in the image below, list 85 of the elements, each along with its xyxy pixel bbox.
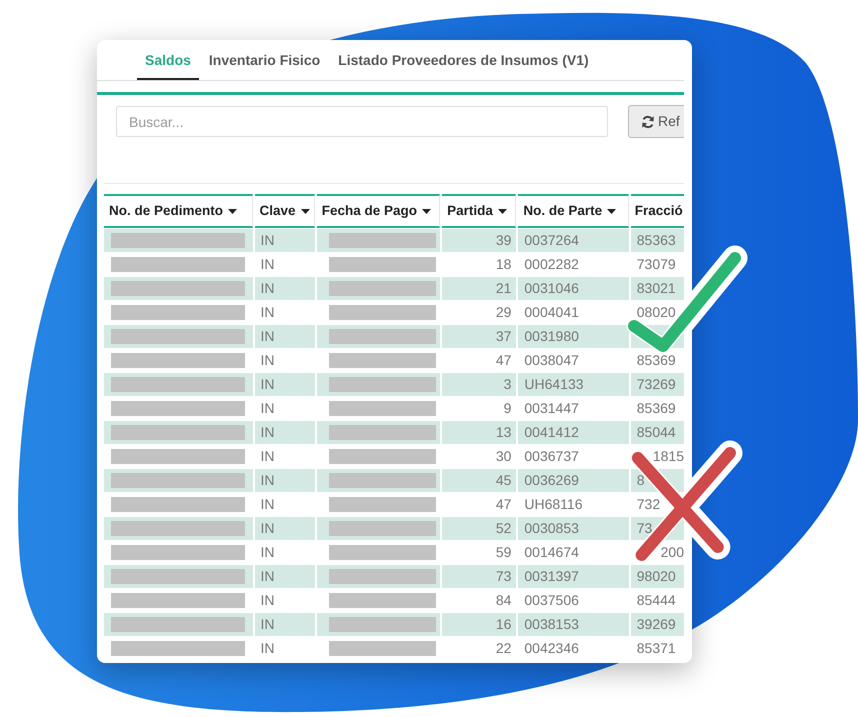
column-header[interactable]: No. de Parte — [518, 194, 629, 228]
table-cell: 85363 — [630, 229, 684, 252]
table-cell: IN — [254, 277, 315, 300]
table-cell: 0038153 — [518, 613, 629, 636]
table-cell-text: IN — [260, 351, 276, 370]
table-cell: 21 — [442, 277, 516, 300]
table-cell: IN — [254, 469, 315, 492]
table-cell: 3 — [442, 373, 516, 396]
table-cell-text: 0036737 — [523, 447, 580, 466]
table-cell: IN — [254, 325, 315, 348]
table-cell: 0030853 — [518, 517, 629, 540]
table-cell: IN — [254, 613, 315, 636]
table-cell: 85044 — [630, 421, 684, 444]
caret-down-icon — [498, 208, 507, 214]
table-cell-text: IN — [260, 303, 276, 322]
table-cell-text: 59 — [494, 543, 512, 562]
table-cell: IN — [254, 229, 315, 252]
table-cell-text: 29 — [494, 303, 512, 322]
table-cell-text: 1815 — [652, 447, 684, 466]
table-cell-text: 22 — [494, 639, 512, 658]
table-cell-text: IN — [260, 495, 276, 514]
table-cell-text: 85369 — [636, 399, 677, 418]
search-field[interactable]: Buscar... — [116, 106, 608, 137]
column-header[interactable]: Fecha de Pago — [316, 194, 440, 228]
table-cell: 13 — [442, 421, 516, 444]
table-cell: IN — [254, 565, 315, 588]
table-cell: 73 — [442, 565, 516, 588]
refresh-icon — [641, 114, 655, 128]
table-cell-text: 0004041 — [523, 303, 580, 322]
table-cell: 52 — [442, 517, 516, 540]
table-cell: 39269 — [630, 613, 684, 636]
table-cell: 0031980 — [518, 325, 629, 348]
tab[interactable]: Inventario Fisico — [200, 40, 328, 80]
table-cell: 16 — [442, 613, 516, 636]
table-cell: 73269 — [630, 373, 684, 396]
table-cell: 39 — [442, 229, 516, 252]
table-cell-text: 18 — [494, 255, 512, 274]
column-header[interactable]: Clave — [254, 194, 315, 228]
column-header[interactable]: Partida — [442, 194, 516, 228]
table-cell-text: 85371 — [636, 639, 677, 658]
table-cell-text: 0002282 — [523, 255, 580, 274]
table-cell-text: IN — [260, 447, 276, 466]
table-cell-text: IN — [260, 399, 276, 418]
table-cell-text: 0038047 — [523, 351, 580, 370]
table-cell-text: IN — [260, 639, 276, 658]
table-cell: 98020 — [630, 565, 684, 588]
table-cell-text: 85369 — [636, 351, 677, 370]
table-cell-text: 47 — [494, 351, 512, 370]
caret-down-icon — [607, 208, 616, 214]
table-cell: IN — [254, 517, 315, 540]
table-cell-text: 73079 — [636, 255, 677, 274]
table-cell-text: 84 — [494, 591, 512, 610]
table-cell-text: IN — [260, 543, 276, 562]
table-cell: UH64133 — [518, 373, 629, 396]
table-cell-text: 0042346 — [523, 639, 580, 658]
table-cell-text: 47 — [494, 495, 512, 514]
table-cell: IN — [254, 421, 315, 444]
table-cell-text: 0014674 — [523, 543, 580, 562]
table-cell-text: 30 — [494, 447, 512, 466]
table-cell-text: IN — [260, 255, 276, 274]
tab[interactable]: Listado Proveedores de Insumos (V1) — [330, 40, 597, 80]
refresh-button[interactable]: Ref — [628, 105, 684, 138]
table-cell: 0036269 — [518, 469, 629, 492]
table-cell: 0031046 — [518, 277, 629, 300]
table-cell: IN — [254, 373, 315, 396]
table-cell: 0041412 — [518, 421, 629, 444]
table-cell-text: 08020 — [636, 303, 677, 322]
table-cell: 37 — [442, 325, 516, 348]
table-cell-text: UH68116 — [523, 495, 584, 514]
table-cell: 0037264 — [518, 229, 629, 252]
table-cell-text: 0037506 — [523, 591, 580, 610]
column-header[interactable]: Fracció — [630, 194, 684, 228]
table-cell-text: 9 — [502, 399, 512, 418]
table-cell: 45 — [442, 469, 516, 492]
table-cell-text: 732 — [636, 495, 662, 514]
table-cell-text: 200 — [660, 543, 684, 562]
column-header[interactable]: No. de Pedimento — [104, 194, 253, 228]
caret-down-icon — [422, 208, 431, 214]
caret-down-icon — [300, 208, 310, 214]
table-cell-text: 85444 — [636, 591, 677, 610]
table-cell: 0031397 — [518, 565, 629, 588]
table-cell-text: IN — [260, 591, 276, 610]
table-cell-text: 0031447 — [523, 399, 580, 418]
caret-down-icon — [228, 208, 238, 214]
table-cell: 83021 — [630, 277, 684, 300]
